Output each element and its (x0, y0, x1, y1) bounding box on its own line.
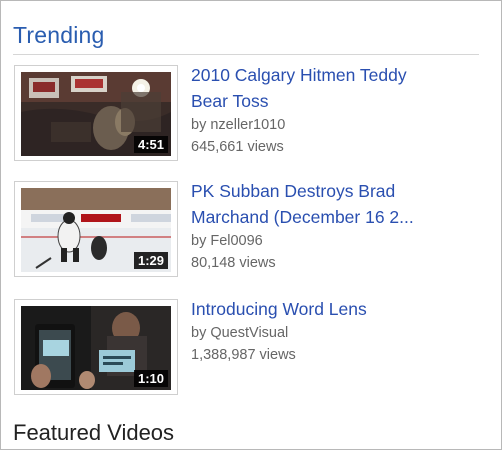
video-thumbnail-image[interactable]: 1:29 (21, 188, 171, 272)
video-title-line-2: Bear Toss (191, 91, 269, 111)
video-thumbnail-link[interactable]: 1:10 (14, 299, 178, 395)
video-title-link[interactable]: PK Subban Destroys Brad Marchand (Decemb… (191, 178, 481, 230)
video-views: 1,388,987 views (191, 347, 296, 363)
video-uploader: by nzeller1010 (191, 117, 286, 133)
video-duration-badge: 1:29 (133, 252, 168, 269)
video-thumbnail-link[interactable]: 4:51 (14, 65, 178, 161)
video-title-line-1: PK Subban Destroys Brad (191, 181, 396, 201)
video-views: 80,148 views (191, 255, 276, 271)
video-sidebar-panel: Trending 4:51 2010 Calgary Hitmen Teddy … (0, 0, 502, 450)
video-title-link[interactable]: Introducing Word Lens (191, 296, 481, 322)
video-title-link[interactable]: 2010 Calgary Hitmen Teddy Bear Toss (191, 62, 481, 114)
featured-videos-heading: Featured Videos (13, 420, 175, 445)
video-views: 645,661 views (191, 139, 284, 155)
video-title-line-2: Marchand (December 16 2... (191, 207, 414, 227)
video-title-line-1: Introducing Word Lens (191, 299, 367, 319)
video-uploader: by Fel0096 (191, 233, 263, 249)
trending-heading: Trending (13, 22, 105, 48)
video-thumbnail-image[interactable]: 4:51 (21, 72, 171, 156)
video-thumbnail-link[interactable]: 1:29 (14, 181, 178, 277)
video-duration-badge: 4:51 (133, 136, 168, 153)
video-thumbnail-image[interactable]: 1:10 (21, 306, 171, 390)
heading-divider (13, 54, 479, 55)
video-title-line-1: 2010 Calgary Hitmen Teddy (191, 65, 407, 85)
video-uploader: by QuestVisual (191, 325, 289, 341)
video-duration-badge: 1:10 (133, 370, 168, 387)
